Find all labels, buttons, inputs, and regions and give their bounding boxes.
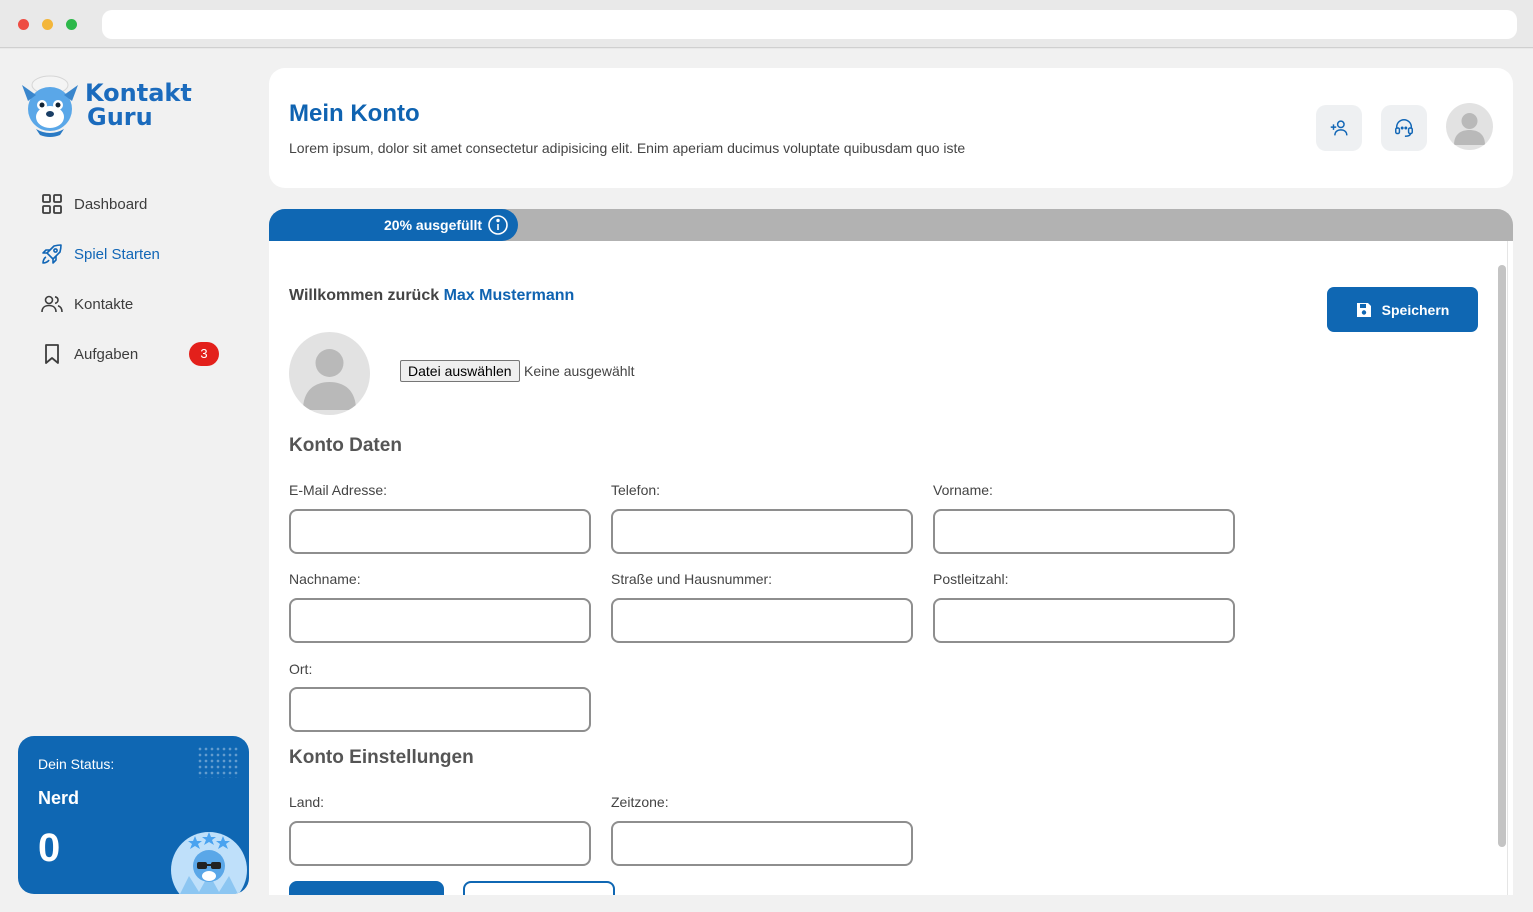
profile-progress-bar: 20% ausgefüllt: [269, 209, 1513, 241]
floppy-disk-icon: [1356, 302, 1371, 317]
phone-field[interactable]: [611, 509, 913, 554]
headset-icon: [1395, 119, 1413, 137]
phone-label: Telefon:: [611, 482, 661, 498]
city-label: Ort:: [289, 661, 313, 677]
scrollbar-thumb[interactable]: [1498, 265, 1506, 847]
lastname-label: Nachname:: [289, 571, 361, 587]
rocket-icon: [42, 244, 62, 264]
user-avatar[interactable]: [1446, 103, 1493, 150]
app: Kontakt Guru Dashboard Spiel Starten Kon…: [0, 49, 1533, 912]
add-contact-button[interactable]: [1316, 105, 1362, 151]
brand-logo[interactable]: Kontakt Guru: [20, 71, 200, 141]
decorative-dots: [197, 746, 239, 778]
primary-action-button[interactable]: [289, 881, 444, 895]
email-field[interactable]: [289, 509, 591, 554]
tasks-count-badge: 3: [189, 342, 219, 366]
sidebar-item-label: Dashboard: [74, 195, 148, 213]
sidebar-item-dashboard[interactable]: Dashboard: [40, 179, 230, 229]
sidebar-item-label: Spiel Starten: [74, 245, 160, 263]
scrollbar-track: [1507, 241, 1508, 895]
mascot-logo-icon: [22, 75, 78, 137]
status-label: Dein Status:: [38, 756, 115, 772]
save-button[interactable]: Speichern: [1327, 287, 1478, 332]
lastname-field[interactable]: [289, 598, 591, 643]
secondary-action-button[interactable]: [463, 881, 615, 895]
zip-label: Postleitzahl:: [933, 571, 1009, 587]
username: Max Mustermann: [443, 287, 575, 304]
file-status: Keine ausgewählt: [524, 363, 635, 379]
street-field[interactable]: [611, 598, 913, 643]
nerd-mascot-icon: [171, 832, 247, 894]
info-icon[interactable]: [487, 214, 509, 236]
page-header: Mein Konto Lorem ipsum, dolor sit amet c…: [269, 68, 1513, 188]
section-title-settings: Konto Einstellungen: [289, 747, 474, 768]
section-title-account: Konto Daten: [289, 435, 402, 456]
status-card: Dein Status: Nerd 0: [18, 736, 249, 894]
browser-chrome: [0, 0, 1533, 48]
add-user-icon: [1330, 120, 1348, 136]
sidebar-item-aufgaben[interactable]: Aufgaben 3: [40, 329, 230, 379]
users-icon: [41, 295, 63, 313]
street-label: Straße und Hausnummer:: [611, 571, 773, 587]
support-button[interactable]: [1381, 105, 1427, 151]
sidebar-nav: Dashboard Spiel Starten Kontakte Aufgabe…: [40, 179, 230, 379]
grid-icon: [42, 194, 62, 214]
bookmark-icon: [45, 344, 59, 364]
account-form-panel: Willkommen zurück Max Mustermann Speiche…: [269, 241, 1513, 895]
welcome-message: Willkommen zurück Max Mustermann: [289, 287, 575, 304]
window-minimize-button[interactable]: [42, 19, 53, 30]
user-avatar-icon: [303, 349, 356, 410]
sidebar-item-kontakte[interactable]: Kontakte: [40, 279, 230, 329]
city-field[interactable]: [289, 687, 591, 732]
status-name: Nerd: [38, 788, 80, 808]
user-avatar-icon: [1454, 113, 1485, 145]
sidebar-item-label: Kontakte: [74, 295, 134, 313]
window-close-button[interactable]: [18, 19, 29, 30]
page-subtitle: Lorem ipsum, dolor sit amet consectetur …: [289, 140, 966, 156]
timezone-field[interactable]: [611, 821, 913, 866]
zip-field[interactable]: [933, 598, 1235, 643]
timezone-label: Zeitzone:: [611, 794, 669, 810]
progress-label: 20% ausgefüllt: [384, 217, 483, 233]
email-label: E-Mail Adresse:: [289, 482, 388, 498]
sidebar-item-spiel-starten[interactable]: Spiel Starten: [40, 229, 230, 279]
firstname-label: Vorname:: [933, 482, 993, 498]
file-upload-button[interactable]: Datei auswählen: [400, 360, 520, 382]
page-title: Mein Konto: [289, 100, 420, 127]
window-maximize-button[interactable]: [66, 19, 77, 30]
firstname-field[interactable]: [933, 509, 1235, 554]
address-bar[interactable]: [102, 10, 1517, 39]
status-score: 0: [38, 826, 61, 870]
profile-picture: [289, 332, 370, 415]
country-field[interactable]: [289, 821, 591, 866]
brand-name: Kontakt Guru: [85, 79, 192, 131]
country-label: Land:: [289, 794, 325, 810]
sidebar-item-label: Aufgaben: [74, 345, 139, 363]
